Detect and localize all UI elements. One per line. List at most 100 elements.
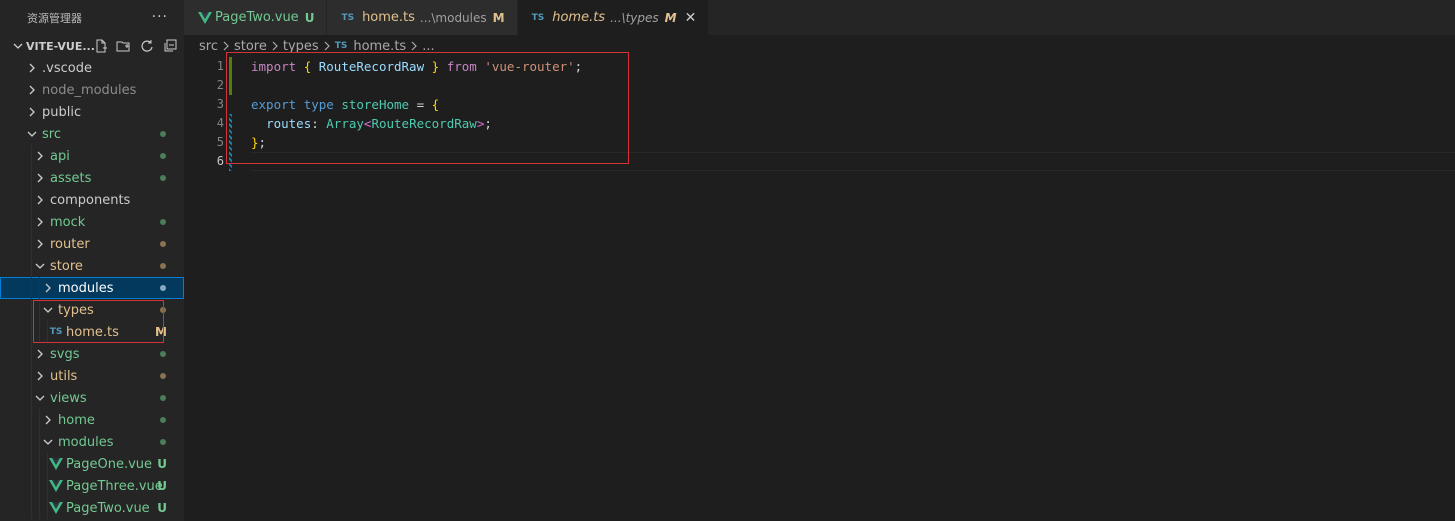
editor-tab[interactable]: TS home.ts ...\modules M <box>327 0 518 35</box>
line-number: 5 <box>216 135 224 149</box>
tree-file[interactable]: PageOne.vue U <box>0 453 184 475</box>
chevron-right-icon <box>32 170 48 186</box>
indent-guide <box>31 387 32 409</box>
vue-file-icon <box>198 11 212 24</box>
tree-folder[interactable]: home <box>0 409 184 431</box>
editor-tab-bar: PageTwo.vue U TS home.ts ...\modules M TS home.… <box>184 0 1455 35</box>
tree-folder[interactable]: utils <box>0 365 184 387</box>
tree-folder[interactable]: src <box>0 123 184 145</box>
git-status-dot <box>160 439 166 445</box>
editor-tab[interactable]: TS home.ts ...\types M ✕ <box>517 0 710 35</box>
indent-guide <box>47 453 48 475</box>
annotation-box-types <box>33 300 164 343</box>
typescript-file-icon: TS <box>531 12 545 23</box>
tree-folder[interactable]: api <box>0 145 184 167</box>
tree-folder[interactable]: public <box>0 101 184 123</box>
tree-folder[interactable]: .vscode <box>0 57 184 79</box>
tree-folder[interactable]: svgs <box>0 343 184 365</box>
tree-folder[interactable]: mock <box>0 211 184 233</box>
chevron-right-icon <box>32 192 48 208</box>
tree-item-label: store <box>50 258 83 274</box>
vue-file-icon <box>48 500 64 516</box>
refresh-icon[interactable] <box>138 37 155 54</box>
tree-file[interactable]: PageThree.vue U <box>0 475 184 497</box>
git-status-dot <box>160 285 166 291</box>
breadcrumb-separator-icon <box>271 41 279 51</box>
breadcrumb-item[interactable]: src <box>199 39 218 54</box>
indent-guide <box>47 475 48 497</box>
tree-item-label: svgs <box>50 346 80 362</box>
tree-file[interactable]: PageTwo.vue U <box>0 497 184 519</box>
tree-item-label: public <box>42 104 82 120</box>
tree-folder[interactable]: assets <box>0 167 184 189</box>
indent-guide <box>31 255 32 277</box>
indent-guide <box>39 475 40 497</box>
indent-guide <box>39 453 40 475</box>
tree-item-label: modules <box>58 280 114 296</box>
line-number: 3 <box>216 97 224 111</box>
file-tree: .vscode node_modulespublic src api assets com… <box>0 57 184 519</box>
breadcrumb-separator-icon <box>410 41 418 51</box>
indent-guide <box>31 497 32 519</box>
explorer-sidebar: 资源管理器 ··· VITE-VUE... .vscode node_module… <box>0 0 184 521</box>
indent-guide <box>31 409 32 431</box>
tree-item-label: views <box>50 390 87 406</box>
new-file-icon[interactable] <box>92 37 109 54</box>
git-status-dot <box>160 131 166 137</box>
code-editor[interactable]: 123456 import { RouteRecordRaw } from 'v… <box>184 52 1455 521</box>
chevron-right-icon <box>32 368 48 384</box>
tree-item-label: PageThree.vue <box>66 478 163 494</box>
close-tab-icon[interactable]: ✕ <box>685 10 697 26</box>
indent-guide <box>31 431 32 453</box>
editor-tab[interactable]: PageTwo.vue U <box>184 0 328 35</box>
indent-guide <box>31 299 32 321</box>
line-number: 2 <box>216 78 224 92</box>
git-status-dot <box>160 417 166 423</box>
collapse-all-icon[interactable] <box>161 37 178 54</box>
typescript-file-icon: TS <box>334 41 348 51</box>
tab-description: ...\modules <box>419 10 487 25</box>
tree-item-label: router <box>50 236 90 252</box>
git-status-dot <box>160 373 166 379</box>
chevron-right-icon <box>40 412 56 428</box>
vue-file-icon <box>48 456 64 472</box>
tree-folder[interactable]: modules <box>0 431 184 453</box>
chevron-right-icon <box>32 346 48 362</box>
more-actions-icon[interactable]: ··· <box>152 9 168 25</box>
line-number: 6 <box>216 154 224 168</box>
tree-folder[interactable]: router <box>0 233 184 255</box>
chevron-down-icon <box>24 126 40 142</box>
git-status-dot <box>160 153 166 159</box>
typescript-file-icon: TS <box>341 12 355 23</box>
tab-description: ...\types <box>610 10 659 25</box>
git-status-dot <box>160 351 166 357</box>
tree-folder[interactable]: components <box>0 189 184 211</box>
annotation-box-code <box>226 52 629 164</box>
tab-label: PageTwo.vue <box>215 10 299 25</box>
chevron-right-icon <box>32 236 48 252</box>
chevron-right-icon <box>32 214 48 230</box>
chevron-down-icon <box>32 258 48 274</box>
indent-guide <box>31 233 32 255</box>
breadcrumb-separator-icon <box>323 41 331 51</box>
tab-git-status: M <box>492 10 505 25</box>
git-status-dot <box>160 263 166 269</box>
tree-item-label: .vscode <box>42 60 92 76</box>
tree-folder[interactable]: node_modules <box>0 79 184 101</box>
indent-guide <box>31 167 32 189</box>
chevron-right-icon <box>32 148 48 164</box>
project-root[interactable]: VITE-VUE... <box>0 35 184 57</box>
breadcrumb-separator-icon <box>222 41 230 51</box>
git-status-dot <box>160 219 166 225</box>
git-status-badge: U <box>157 501 167 515</box>
explorer-header: 资源管理器 ··· <box>0 0 184 35</box>
tree-folder[interactable]: store <box>0 255 184 277</box>
tree-item-label: assets <box>50 170 92 186</box>
tree-folder[interactable]: views <box>0 387 184 409</box>
vue-file-icon <box>48 478 64 494</box>
line-number: 4 <box>216 116 224 130</box>
tree-folder[interactable]: modules <box>0 277 184 299</box>
new-folder-icon[interactable] <box>115 37 132 54</box>
indent-guide <box>31 211 32 233</box>
chevron-down-icon <box>40 434 56 450</box>
